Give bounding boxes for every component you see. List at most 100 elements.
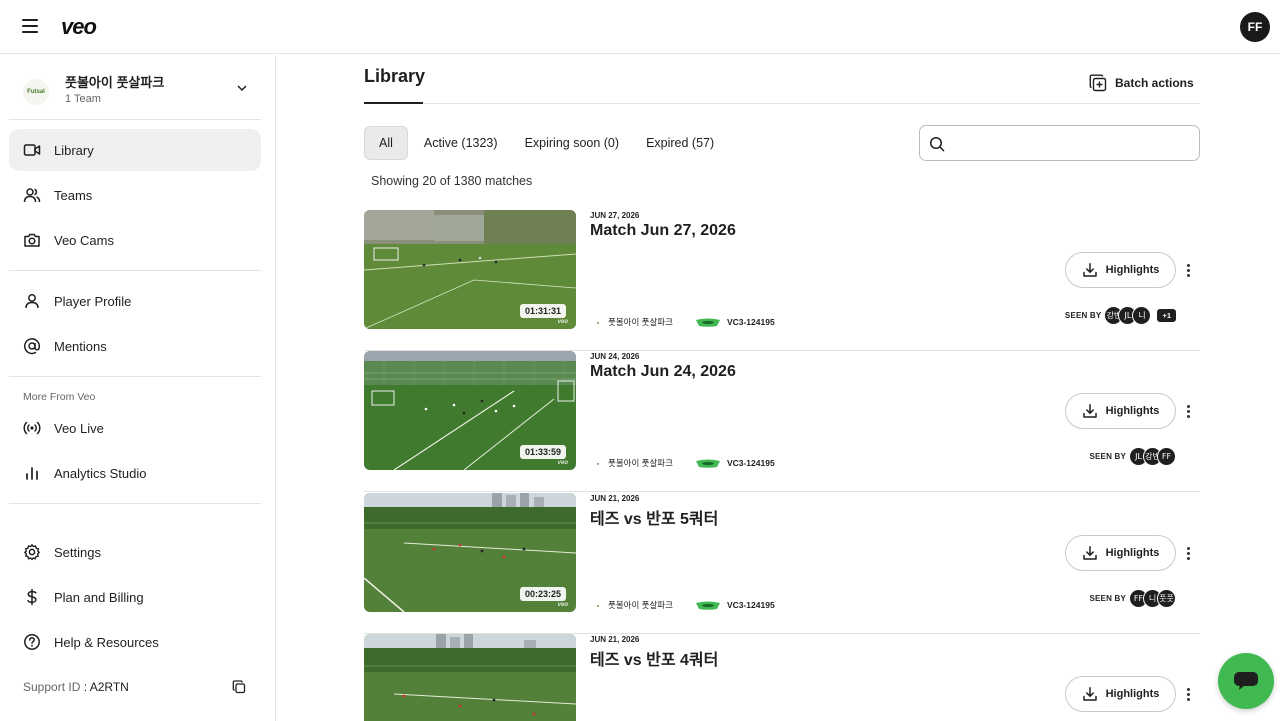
org-name: 풋볼아이 풋살파크 xyxy=(65,75,165,90)
search-input[interactable] xyxy=(954,132,1190,154)
highlights-label: Highlights xyxy=(1105,547,1160,559)
more-from-veo-label: More From Veo xyxy=(23,391,96,403)
sidebar-item-label: Veo Live xyxy=(54,420,104,436)
gear-icon xyxy=(22,542,42,562)
camera-icon xyxy=(22,230,42,250)
tab-expiring-soon[interactable]: Expiring soon (0) xyxy=(512,126,633,160)
match-meta: ● 풋볼아이 풋살파크 VC3-124195 xyxy=(592,315,775,329)
user-avatar[interactable]: FF xyxy=(1240,12,1270,42)
highlights-label: Highlights xyxy=(1105,405,1160,417)
more-options-icon[interactable] xyxy=(1184,544,1192,562)
menu-icon[interactable] xyxy=(22,19,38,33)
sidebar-item-veo-cams[interactable]: Veo Cams xyxy=(9,219,261,261)
at-sign-icon xyxy=(22,336,42,356)
org-switcher[interactable]: Futsal 풋볼아이 풋살파크 1 Team xyxy=(9,65,261,119)
match-title[interactable]: Match Jun 27, 2026 xyxy=(590,222,736,240)
match-camera: VC3-124195 xyxy=(726,317,775,327)
veo-watermark: veo xyxy=(557,602,568,608)
veo-watermark: veo xyxy=(557,460,568,466)
match-duration: 00:23:25 xyxy=(519,587,566,601)
dollar-icon xyxy=(22,587,42,607)
sidebar-item-label: Veo Cams xyxy=(54,232,114,248)
divider xyxy=(9,376,261,377)
highlights-button[interactable]: Highlights xyxy=(1065,535,1176,571)
batch-add-icon xyxy=(1089,74,1107,92)
seen-by: SEEN BY FF 니 풋풋 xyxy=(1089,588,1176,608)
tab-expired[interactable]: Expired (57) xyxy=(633,126,727,160)
match-title[interactable]: 테즈 vs 반포 5쿼터 xyxy=(590,505,718,529)
video-camera-icon xyxy=(22,140,42,160)
broadcast-icon xyxy=(22,418,42,438)
match-date: JUN 27, 2026 xyxy=(590,211,640,220)
match-row: 01:33:59 veo JUN 24, 2026 Match Jun 24, … xyxy=(364,351,1200,492)
sidebar-item-label: Library xyxy=(54,142,94,158)
sidebar-item-library[interactable]: Library xyxy=(9,129,261,171)
match-thumbnail[interactable]: 01:33:59 veo xyxy=(364,351,576,470)
highlights-button[interactable]: Highlights xyxy=(1065,676,1176,712)
sidebar-item-player-profile[interactable]: Player Profile xyxy=(9,280,261,322)
match-row: JUN 21, 2026 테즈 vs 반포 4쿼터 Highlights xyxy=(364,634,1200,721)
match-title[interactable]: Match Jun 24, 2026 xyxy=(590,363,736,381)
highlights-label: Highlights xyxy=(1105,688,1160,700)
copy-icon[interactable] xyxy=(232,680,246,694)
sidebar-item-label: Teams xyxy=(54,187,93,203)
seen-by-label: SEEN BY xyxy=(1089,451,1126,461)
bar-chart-icon xyxy=(22,463,42,483)
match-row: 00:23:25 veo JUN 21, 2026 테즈 vs 반포 5쿼터 ●… xyxy=(364,493,1200,634)
veo-camera-icon xyxy=(695,601,720,610)
sidebar-item-veo-live[interactable]: Veo Live xyxy=(9,407,261,449)
match-meta: ● 풋볼아이 풋살파크 VC3-124195 xyxy=(592,598,775,612)
veo-camera-icon xyxy=(695,459,720,468)
match-title[interactable]: 테즈 vs 반포 4쿼터 xyxy=(590,646,718,670)
match-thumbnail[interactable] xyxy=(364,634,576,721)
page-title[interactable]: Library xyxy=(364,66,425,87)
more-options-icon[interactable] xyxy=(1184,402,1192,420)
match-club: 풋볼아이 풋살파크 xyxy=(608,317,673,327)
chat-support-button[interactable] xyxy=(1218,653,1274,709)
seen-by-label: SEEN BY xyxy=(1064,310,1102,320)
top-bar: veo FF xyxy=(0,0,1280,54)
tab-active[interactable]: Active (1323) xyxy=(411,126,511,160)
match-meta: ● 풋볼아이 풋살파크 VC3-124195 xyxy=(592,456,775,470)
sidebar-item-mentions[interactable]: Mentions xyxy=(9,325,261,367)
search-box[interactable] xyxy=(919,125,1200,161)
sidebar-item-help[interactable]: Help & Resources xyxy=(9,621,261,663)
highlights-label: Highlights xyxy=(1105,264,1160,276)
user-icon xyxy=(22,291,42,311)
sidebar-item-label: Plan and Billing xyxy=(54,589,144,605)
sidebar-item-teams[interactable]: Teams xyxy=(9,174,261,216)
sidebar-item-analytics-studio[interactable]: Analytics Studio xyxy=(9,452,261,494)
match-camera: VC3-124195 xyxy=(726,458,775,468)
viewer-avatar: FF xyxy=(1157,446,1176,466)
seen-by: SEEN BY 강빈 JL 니 +1 xyxy=(1064,305,1176,325)
seen-by: SEEN BY JL 강빈 FF xyxy=(1089,446,1176,466)
viewer-avatar: 니 xyxy=(1132,305,1152,325)
pitch-image xyxy=(364,634,576,721)
viewer-more-count[interactable]: +1 xyxy=(1157,308,1176,322)
highlights-button[interactable]: Highlights xyxy=(1065,393,1176,429)
chevron-down-icon xyxy=(237,85,247,92)
match-club: 풋볼아이 풋살파크 xyxy=(608,458,673,468)
match-duration: 01:31:31 xyxy=(519,304,566,318)
match-thumbnail[interactable]: 01:31:31 veo xyxy=(364,210,576,329)
more-options-icon[interactable] xyxy=(1184,685,1192,703)
seen-by-label: SEEN BY xyxy=(1089,593,1126,603)
match-duration: 01:33:59 xyxy=(519,445,566,459)
highlights-button[interactable]: Highlights xyxy=(1065,252,1176,288)
batch-actions-button[interactable]: Batch actions xyxy=(1089,73,1194,93)
match-date: JUN 21, 2026 xyxy=(590,635,640,644)
users-icon xyxy=(22,185,42,205)
more-options-icon[interactable] xyxy=(1184,261,1192,279)
sidebar-item-settings[interactable]: Settings xyxy=(9,531,261,573)
tab-all[interactable]: All xyxy=(364,126,408,160)
veo-logo[interactable]: veo xyxy=(61,14,97,40)
filter-tabs: All Active (1323) Expiring soon (0) Expi… xyxy=(364,126,728,160)
veo-camera-icon xyxy=(695,318,720,327)
sidebar-item-label: Analytics Studio xyxy=(54,465,147,481)
match-date: JUN 24, 2026 xyxy=(590,352,640,361)
sidebar-item-plan-billing[interactable]: Plan and Billing xyxy=(9,576,261,618)
batch-actions-label: Batch actions xyxy=(1115,76,1194,90)
chat-icon xyxy=(1234,672,1258,690)
sidebar-item-label: Player Profile xyxy=(54,293,132,309)
match-thumbnail[interactable]: 00:23:25 veo xyxy=(364,493,576,612)
